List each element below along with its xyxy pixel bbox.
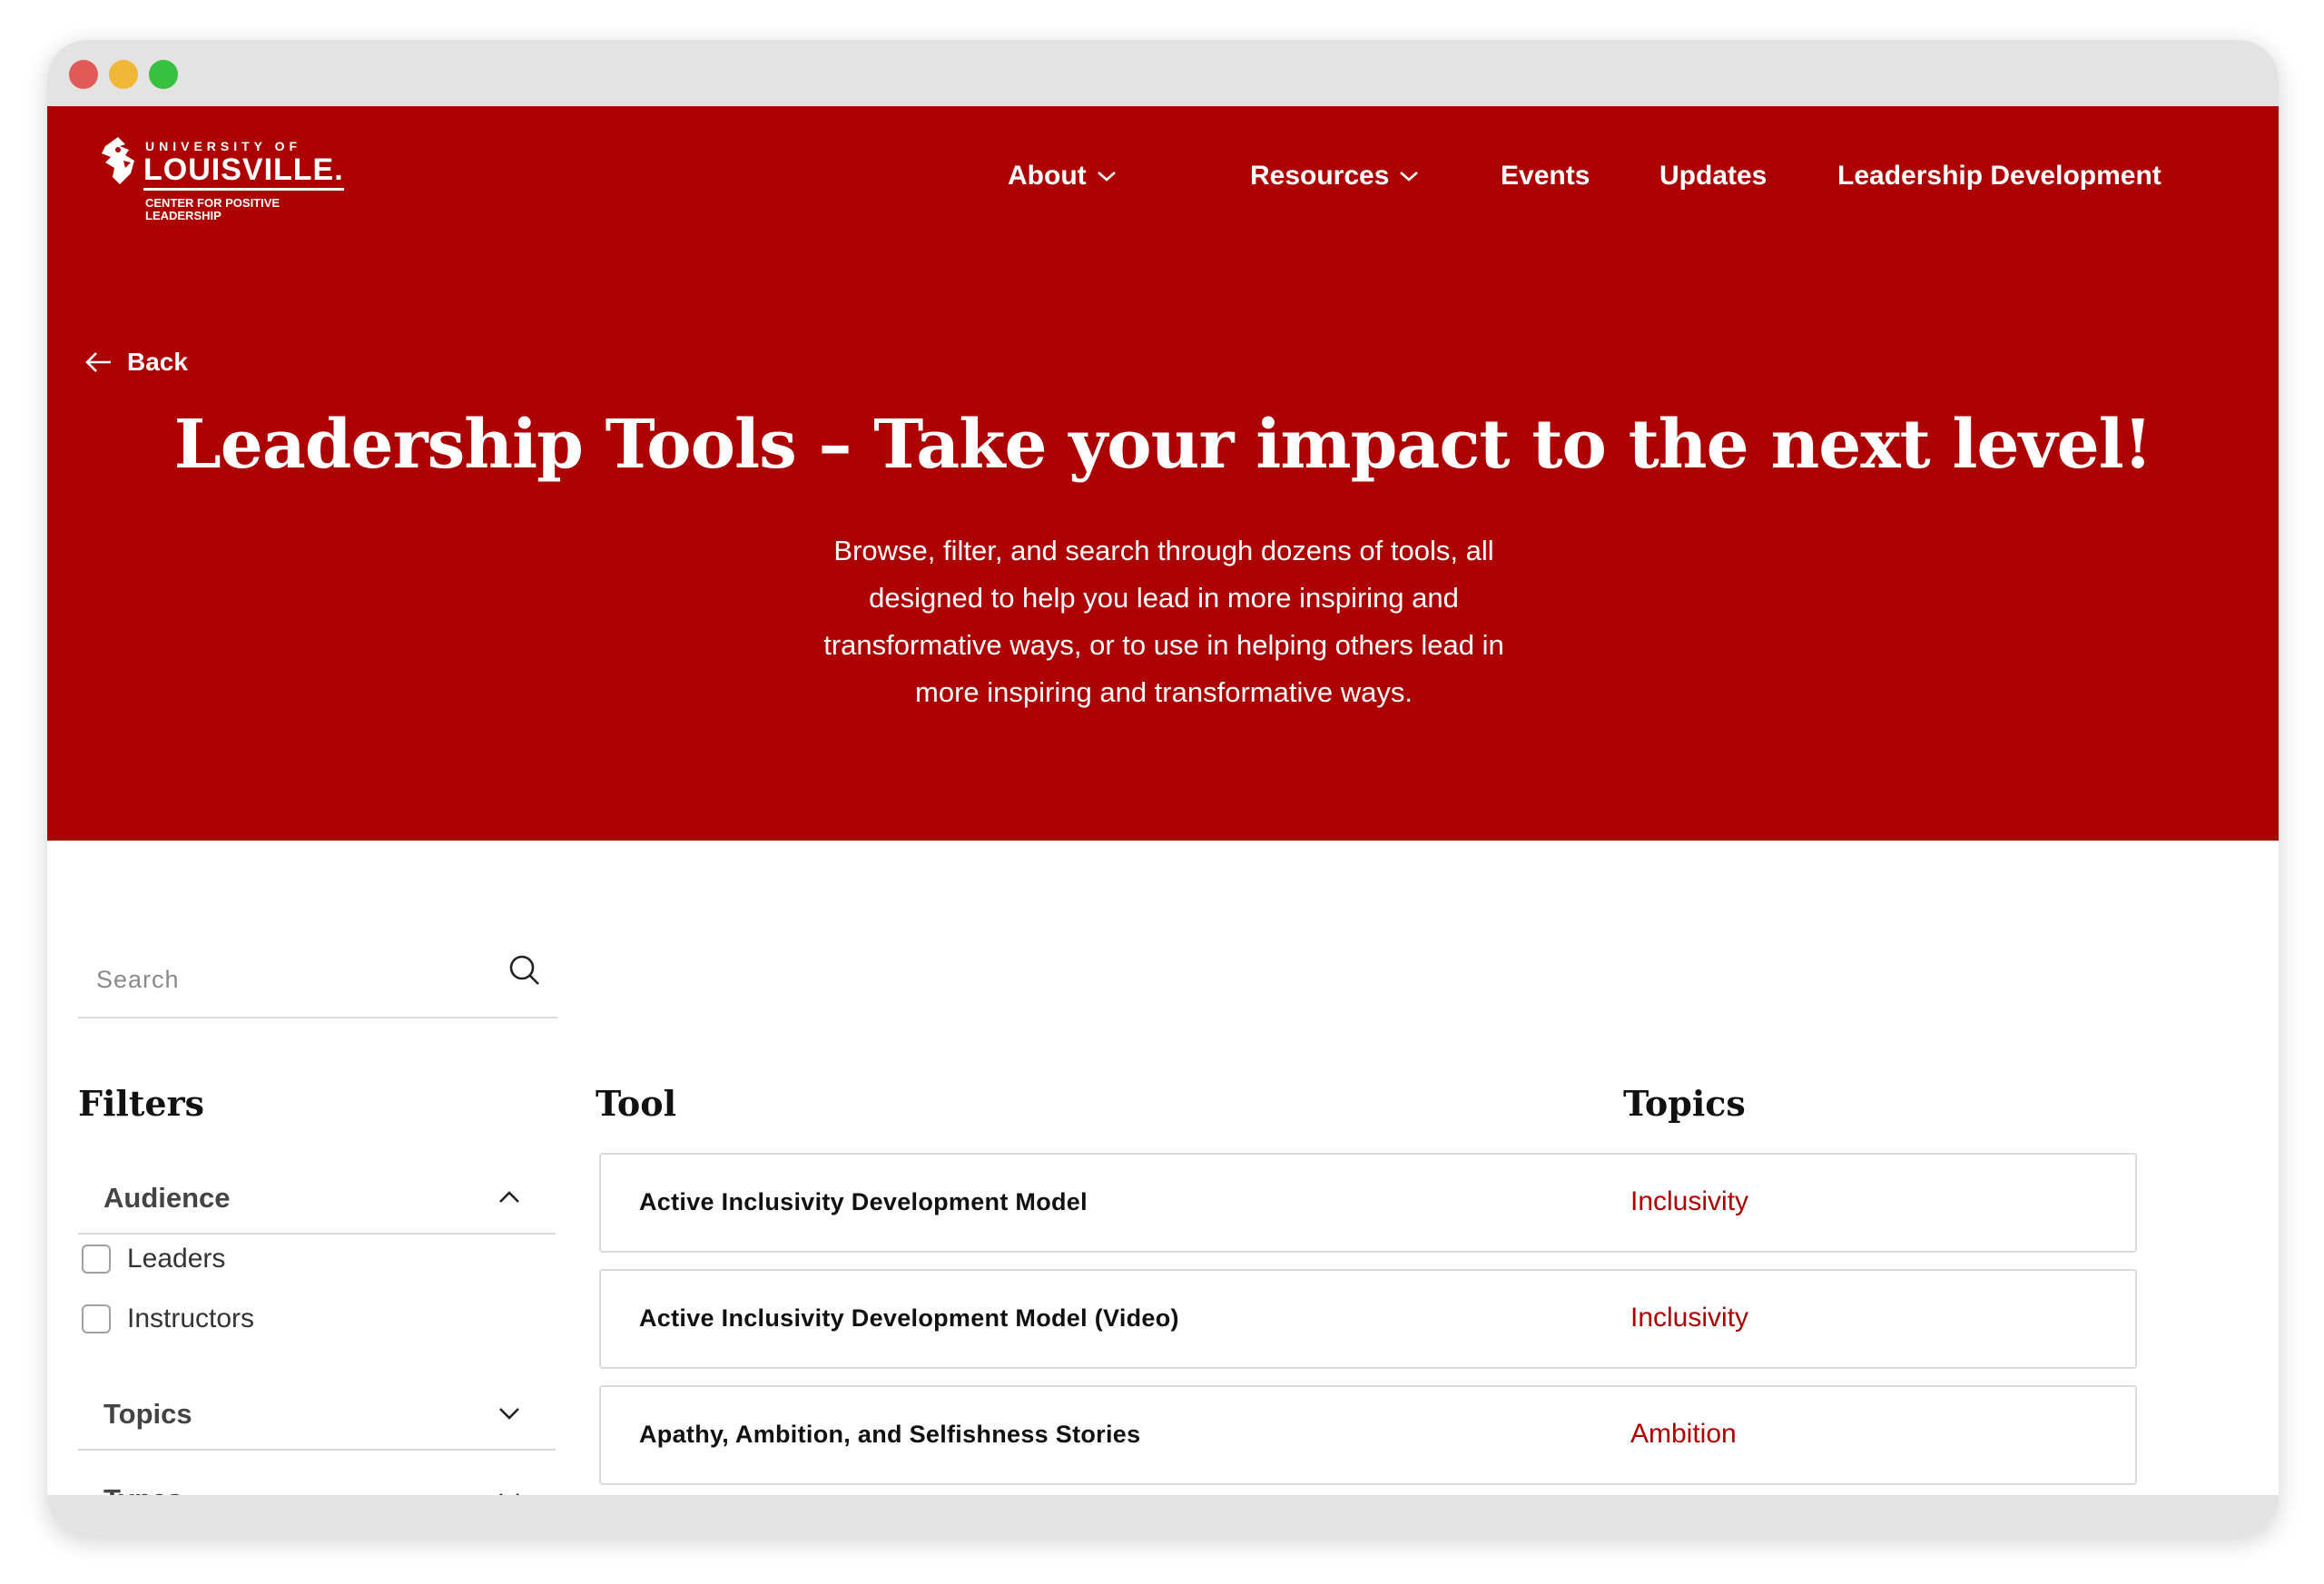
filter-option-instructors[interactable]: Instructors	[82, 1304, 254, 1334]
back-link[interactable]: Back	[84, 348, 188, 377]
chevron-down-icon	[1097, 172, 1116, 182]
description-line: designed to help you lead in more inspir…	[869, 582, 1459, 614]
nav-item-updates[interactable]: Updates	[1659, 161, 1767, 192]
browser-window: UNIVERSITY OF LOUISVILLE. CENTER FOR POS…	[47, 40, 2279, 1536]
nav-item-label: Events	[1501, 161, 1590, 191]
logo-subtitle-line: LEADERSHIP	[145, 209, 222, 222]
table-row[interactable]: Active Inclusivity Development Model (Vi…	[599, 1269, 2137, 1369]
table-row[interactable]: Apathy, Ambition, and Selfishness Storie…	[599, 1385, 2137, 1485]
nav-item-label: Leadership Development	[1837, 161, 2162, 191]
tool-column-header: Tool	[596, 1083, 677, 1124]
description-line: transformative ways, or to use in helpin…	[823, 629, 1504, 661]
logo-subtitle-line: CENTER FOR POSITIVE	[145, 196, 281, 210]
filter-group-label: Audience	[103, 1182, 231, 1214]
chevron-up-icon	[499, 1191, 519, 1203]
filter-group-label: Topics	[103, 1398, 192, 1430]
logo-university-text: UNIVERSITY OF	[145, 139, 302, 153]
topic-link[interactable]: Ambition	[1630, 1419, 1737, 1450]
close-window-button[interactable]	[69, 60, 98, 89]
tool-name[interactable]: Apathy, Ambition, and Selfishness Storie…	[639, 1421, 1140, 1449]
cardinal-logo-icon	[102, 137, 134, 184]
nav-item-about[interactable]: About	[1008, 161, 1118, 192]
nav-item-label: About	[1008, 161, 1087, 191]
minimize-window-button[interactable]	[109, 60, 138, 89]
filter-group-topics[interactable]: Topics	[78, 1380, 556, 1451]
back-label: Back	[127, 348, 188, 376]
page-description: Browse, filter, and search through dozen…	[719, 527, 1609, 716]
table-row[interactable]: Active Inclusivity Development Model Inc…	[599, 1153, 2137, 1253]
filter-option-leaders[interactable]: Leaders	[82, 1244, 225, 1274]
filter-group-audience[interactable]: Audience	[78, 1164, 556, 1235]
instructors-checkbox[interactable]	[82, 1304, 111, 1333]
filter-option-label: Leaders	[127, 1244, 226, 1274]
maximize-window-button[interactable]	[149, 60, 178, 89]
description-line: more inspiring and transformative ways.	[915, 676, 1413, 708]
nav-item-label: Resources	[1250, 161, 1390, 191]
filter-option-label: Instructors	[127, 1304, 255, 1333]
filters-heading: Filters	[78, 1083, 204, 1124]
window-titlebar	[47, 40, 2279, 106]
description-line: Browse, filter, and search through dozen…	[833, 535, 1494, 566]
window-bottom-bar	[47, 1495, 2279, 1536]
logo-subtitle: CENTER FOR POSITIVE LEADERSHIP	[145, 197, 309, 222]
leaders-checkbox[interactable]	[82, 1245, 111, 1274]
chevron-down-icon	[499, 1408, 519, 1420]
arrow-left-icon	[85, 352, 111, 372]
topic-link[interactable]: Inclusivity	[1630, 1303, 1748, 1333]
search-icon[interactable]	[507, 952, 543, 989]
tool-name[interactable]: Active Inclusivity Development Model	[639, 1188, 1088, 1216]
hero-banner: UNIVERSITY OF LOUISVILLE. CENTER FOR POS…	[47, 106, 2279, 841]
search-input[interactable]	[96, 959, 478, 999]
chevron-down-icon	[1400, 172, 1419, 182]
nav-item-resources[interactable]: Resources	[1250, 161, 1420, 192]
topics-column-header: Topics	[1623, 1083, 1746, 1124]
nav-item-leadership-development[interactable]: Leadership Development	[1837, 161, 2162, 192]
logo-name-text: LOUISVILLE.	[143, 153, 344, 191]
nav-item-events[interactable]: Events	[1501, 161, 1590, 192]
topic-link[interactable]: Inclusivity	[1630, 1186, 1748, 1217]
tool-name[interactable]: Active Inclusivity Development Model (Vi…	[639, 1304, 1179, 1333]
page-title: Leadership Tools – Take your impact to t…	[173, 406, 2153, 484]
site-logo[interactable]: UNIVERSITY OF LOUISVILLE. CENTER FOR POS…	[98, 133, 344, 224]
search-box	[78, 902, 557, 1018]
nav-item-label: Updates	[1659, 161, 1768, 191]
